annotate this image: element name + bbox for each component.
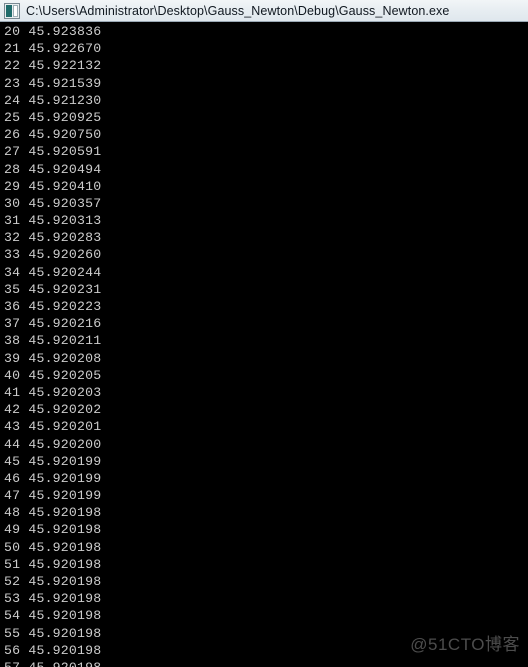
console-iteration-line: 27 45.920591 <box>4 144 102 160</box>
console-iteration-line: 37 45.920216 <box>4 316 102 332</box>
console-iteration-line: 53 45.920198 <box>4 591 102 607</box>
console-iteration-line: 45 45.920199 <box>4 453 102 469</box>
console-iteration-line: 57 45.920198 <box>4 659 528 667</box>
console-iteration-line: 35 45.920231 <box>4 281 102 297</box>
console-iteration-line: 56 45.920198 <box>4 642 102 658</box>
console-iteration-line: 24 45.921230 <box>4 92 102 108</box>
console-iteration-line: 29 45.920410 <box>4 178 102 194</box>
window-title-text: C:\Users\Administrator\Desktop\Gauss_New… <box>26 3 450 18</box>
console-iteration-line: 46 45.920199 <box>4 470 102 486</box>
console-iteration-line: 21 45.922670 <box>4 41 102 57</box>
console-iteration-line: 22 45.922132 <box>4 58 102 74</box>
console-text-buffer: 20 45.923836 21 45.922670 22 45.922132 23 4… <box>0 22 528 667</box>
console-iteration-line: 48 45.920198 <box>4 505 102 521</box>
console-iteration-line: 55 45.920198 <box>4 625 102 641</box>
console-iteration-line: 43 45.920201 <box>4 419 102 435</box>
console-iteration-line: 40 45.920205 <box>4 367 102 383</box>
console-iteration-line: 38 45.920211 <box>4 333 102 349</box>
console-iteration-line: 32 45.920283 <box>4 230 102 246</box>
console-window: C:\Users\Administrator\Desktop\Gauss_New… <box>0 0 528 667</box>
console-iteration-line: 34 45.920244 <box>4 264 102 280</box>
console-iteration-line: 42 45.920202 <box>4 402 102 418</box>
console-iteration-line: 28 45.920494 <box>4 161 102 177</box>
console-iteration-line: 41 45.920203 <box>4 384 102 400</box>
window-title-bar[interactable]: C:\Users\Administrator\Desktop\Gauss_New… <box>0 0 528 22</box>
console-iteration-line: 52 45.920198 <box>4 574 102 589</box>
console-iteration-line: 26 45.920750 <box>4 127 102 143</box>
console-iteration-line: 47 45.920199 <box>4 488 102 504</box>
console-output-area[interactable]: 20 45.923836 21 45.922670 22 45.922132 23 4… <box>0 22 528 667</box>
console-iteration-line: 20 45.923836 <box>4 24 102 39</box>
console-iteration-line: 44 45.920200 <box>4 436 102 452</box>
console-iteration-line: 25 45.920925 <box>4 109 102 125</box>
console-iteration-line: 54 45.920198 <box>4 608 102 624</box>
console-iteration-line: 31 45.920313 <box>4 213 102 229</box>
console-iteration-line: 49 45.920198 <box>4 522 102 538</box>
icon-pane-right <box>13 4 18 17</box>
icon-pane-left <box>6 4 12 17</box>
console-iteration-line: 51 45.920198 <box>4 556 102 572</box>
console-iteration-line: 30 45.920357 <box>4 195 102 211</box>
console-iteration-line: 39 45.920208 <box>4 350 102 366</box>
console-iteration-line: 23 45.921539 <box>4 75 102 91</box>
console-window-icon <box>4 2 20 19</box>
console-iteration-line: 50 45.920198 <box>4 539 102 555</box>
console-iteration-line: 33 45.920260 <box>4 247 102 263</box>
console-iteration-line: 36 45.920223 <box>4 299 102 314</box>
